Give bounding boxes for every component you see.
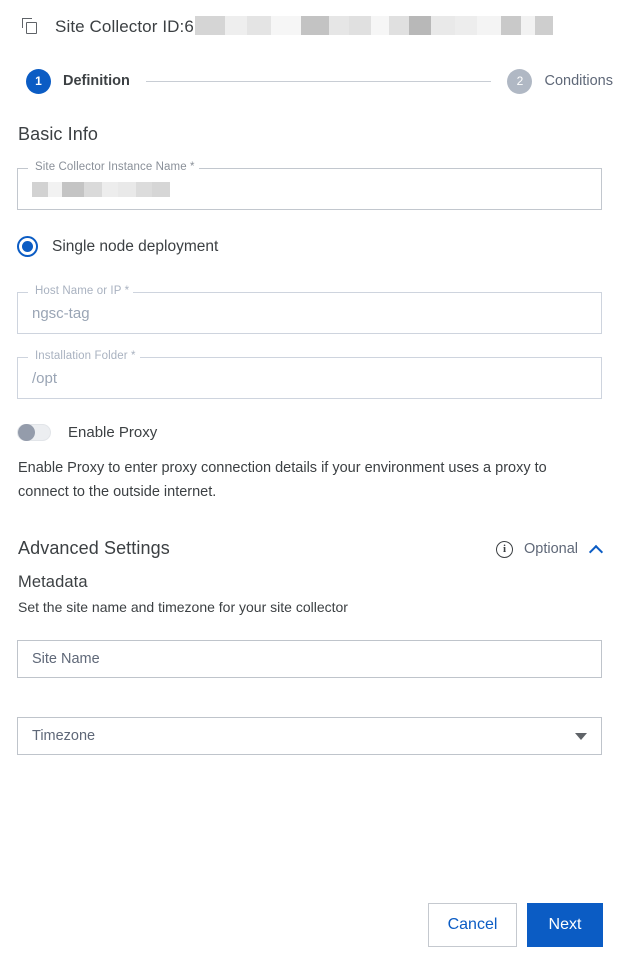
step-definition-label: Definition <box>63 73 130 89</box>
site-collector-id-label: Site Collector ID: <box>55 16 185 36</box>
stepper-connector <box>145 80 492 82</box>
caret-down-icon[interactable] <box>575 732 587 740</box>
site-collector-instance-name-field[interactable]: Site Collector Instance Name * <box>17 161 602 210</box>
site-collector-definition-page: Site Collector ID:6 1 Definition 2 Condi… <box>0 0 635 962</box>
timezone-select[interactable]: Timezone <box>17 717 602 755</box>
step-conditions[interactable]: 2 Conditions <box>507 68 613 94</box>
installation-folder-value: /opt <box>32 369 58 387</box>
advanced-settings-optional-group[interactable]: i Optional <box>495 538 602 560</box>
installation-folder-field: Installation Folder * /opt <box>17 350 602 399</box>
redacted-instance-name <box>32 181 170 197</box>
optional-label: Optional <box>523 541 578 557</box>
wizard-stepper: 1 Definition 2 Conditions <box>0 64 635 98</box>
site-collector-id-title: Site Collector ID:6 <box>55 15 553 37</box>
cancel-button[interactable]: Cancel <box>428 903 517 947</box>
copy-icon[interactable] <box>22 17 39 35</box>
step-conditions-number: 2 <box>507 68 533 94</box>
chevron-up-icon[interactable] <box>591 544 602 555</box>
step-definition-number: 1 <box>26 68 51 94</box>
site-collector-id-value: 6 <box>184 16 194 36</box>
site-collector-instance-name-value <box>32 168 588 210</box>
enable-proxy-help-text: Enable Proxy to enter proxy connection d… <box>18 460 547 500</box>
enable-proxy-toggle[interactable] <box>17 424 51 441</box>
metadata-title: Metadata <box>18 573 88 591</box>
single-node-deployment-radio[interactable] <box>17 236 38 257</box>
step-conditions-label: Conditions <box>544 73 613 89</box>
timezone-placeholder: Timezone <box>32 728 96 744</box>
host-name-or-ip-field: Host Name or IP * ngsc-tag <box>17 285 602 334</box>
single-node-deployment-label: Single node deployment <box>52 237 219 255</box>
site-name-placeholder: Site Name <box>32 651 100 667</box>
step-definition[interactable]: 1 Definition <box>26 68 130 94</box>
advanced-settings-title: Advanced Settings <box>18 538 170 558</box>
redacted-id-value <box>194 15 553 35</box>
enable-proxy-label: Enable Proxy <box>68 424 158 441</box>
basic-info-title: Basic Info <box>18 124 99 144</box>
single-node-deployment-radio-row[interactable]: Single node deployment <box>17 236 218 257</box>
site-name-input[interactable]: Site Name <box>17 640 602 678</box>
next-button[interactable]: Next <box>527 903 603 947</box>
metadata-description: Set the site name and timezone for your … <box>18 599 348 615</box>
page-header: Site Collector ID:6 <box>0 0 635 52</box>
enable-proxy-row[interactable]: Enable Proxy <box>17 424 157 441</box>
info-icon[interactable]: i <box>495 540 513 558</box>
host-name-or-ip-value: ngsc-tag <box>32 304 90 322</box>
